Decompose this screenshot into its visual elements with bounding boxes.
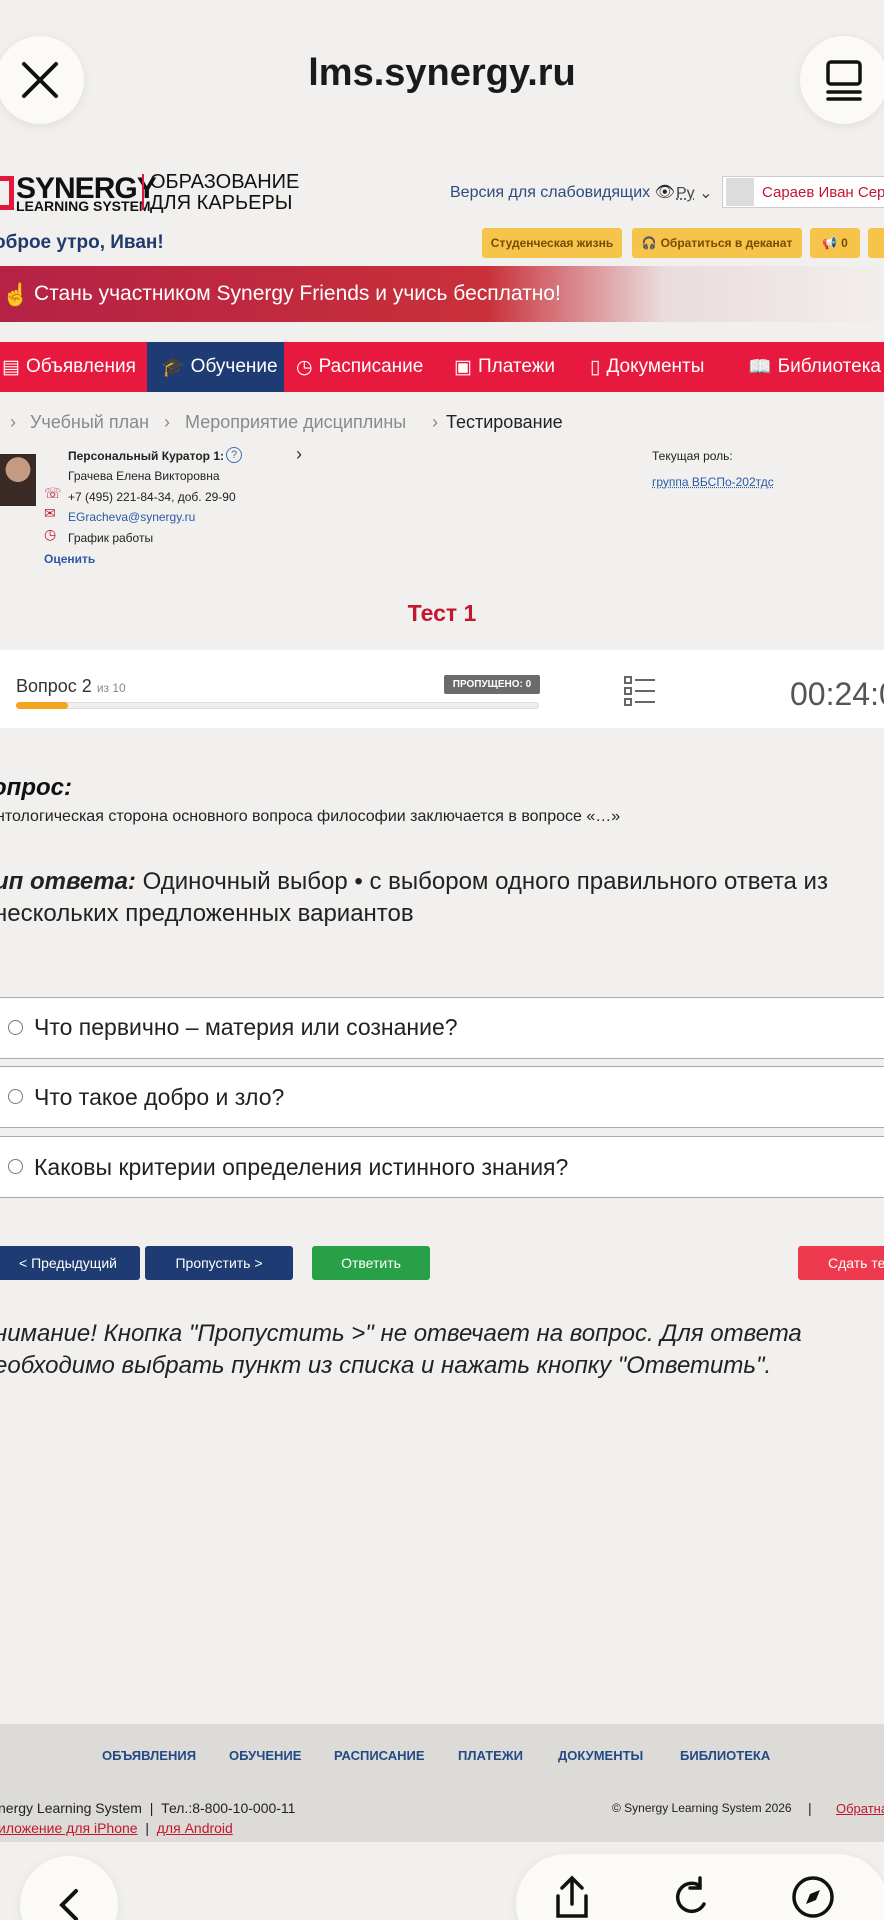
- app-iphone-link[interactable]: иложение для iPhone: [0, 1820, 138, 1836]
- reload-icon[interactable]: [670, 1874, 714, 1920]
- nav-item-library[interactable]: 📖 Библиотека: [748, 342, 884, 392]
- breadcrumb-study-plan[interactable]: Учебный план: [30, 412, 149, 433]
- answer-button[interactable]: Ответить: [312, 1246, 430, 1280]
- answer-type-label: ип ответа:: [0, 868, 136, 895]
- curator-name: Грачева Елена Викторовна: [68, 469, 220, 483]
- answer-option-text[interactable]: Каковы критерии определения истинного зн…: [34, 1154, 568, 1181]
- greeting: оброе утро, Иван!: [0, 232, 164, 254]
- footer-link-library[interactable]: БИБЛИОТЕКА: [680, 1748, 770, 1763]
- previous-button[interactable]: < Предыдущий: [0, 1246, 140, 1280]
- phone-icon: ☏: [44, 485, 62, 502]
- eye-icon: 👁: [655, 184, 675, 201]
- question-text: нтологическая сторона основного вопроса …: [0, 808, 620, 826]
- share-icon[interactable]: [552, 1874, 592, 1920]
- student-life-button[interactable]: Студенческая жизнь: [482, 228, 622, 258]
- curator-email[interactable]: EGracheva@synergy.ru: [68, 510, 195, 524]
- footer-link-payments[interactable]: ПЛАТЕЖИ: [458, 1748, 523, 1763]
- warning-text: нимание! Кнопка "Пропустить >" не отвеча…: [0, 1318, 874, 1382]
- tabs-menu-button[interactable]: [800, 36, 884, 124]
- quiz-title: Тест 1: [0, 600, 884, 627]
- extra-header-button[interactable]: [868, 228, 884, 258]
- footer-link-announcements[interactable]: ОБЪЯВЛЕНИЯ: [102, 1748, 196, 1763]
- footer-contacts: nergy Learning System | Тел.:8-800-10-00…: [0, 1800, 295, 1816]
- current-role-value[interactable]: группа ВБСПо-202тдс: [652, 475, 774, 489]
- language-select[interactable]: Ру ⌄: [676, 183, 713, 203]
- breadcrumb-current: Тестирование: [446, 412, 563, 433]
- footer-separator: |: [808, 1800, 812, 1816]
- answer-radio[interactable]: [8, 1159, 23, 1174]
- breadcrumb-separator: ›: [164, 412, 170, 433]
- document-icon: ▯: [590, 356, 600, 379]
- footer-link-learning[interactable]: ОБУЧЕНИЕ: [229, 1748, 301, 1763]
- nav-item-documents[interactable]: ▯ Документы: [590, 342, 730, 392]
- clock-icon: ◷: [44, 526, 56, 543]
- notifications-button[interactable]: 📢 0: [810, 228, 860, 258]
- curator-title: Персональный Куратор 1:: [68, 449, 224, 463]
- promo-banner-text: Стань участником Synergy Friends и учись…: [34, 282, 561, 306]
- mail-icon: ✉: [44, 505, 56, 522]
- nav-item-announcements[interactable]: ▤ Объявления: [0, 342, 146, 392]
- app-android-link[interactable]: для Android: [157, 1820, 233, 1836]
- answer-option-text[interactable]: Что такое добро и зло?: [34, 1084, 284, 1111]
- breadcrumb-separator: ›: [10, 412, 16, 433]
- hand-pointer-icon: ☝: [2, 282, 29, 308]
- footer-link-schedule[interactable]: РАСПИСАНИЕ: [334, 1748, 425, 1763]
- headset-icon: 🎧: [642, 236, 657, 250]
- progress-panel: [0, 650, 884, 728]
- logo-subtext: LEARNING SYSTEM: [16, 198, 151, 214]
- megaphone-icon: 📢: [822, 236, 837, 250]
- logo-mark: [0, 176, 14, 210]
- question-counter: Вопрос 2 из 10: [16, 676, 126, 697]
- book-icon: 📖: [748, 355, 772, 379]
- footer-copyright: © Synergy Learning System 2026: [612, 1801, 792, 1815]
- logo-tagline: ОБРАЗОВАНИЕ ДЛЯ КАРЬЕРЫ: [150, 172, 299, 214]
- low-vision-link[interactable]: Версия для слабовидящих 👁: [450, 182, 675, 202]
- contact-deanery-button[interactable]: 🎧 Обратиться в деканат: [632, 228, 802, 258]
- curator-photo: [0, 454, 36, 506]
- answer-radio[interactable]: [8, 1089, 23, 1104]
- breadcrumb-discipline-event[interactable]: Мероприятие дисциплины: [185, 412, 406, 433]
- graduation-cap-icon: 🎓: [161, 355, 185, 379]
- curator-schedule[interactable]: График работы: [68, 531, 153, 545]
- footer-link-documents[interactable]: ДОКУМЕНТЫ: [558, 1748, 643, 1763]
- compass-icon[interactable]: [790, 1874, 836, 1920]
- answer-type: ип ответа: Одиночный выбор • с выбором о…: [0, 866, 874, 930]
- logo-divider: [142, 174, 144, 210]
- avatar: [726, 178, 754, 206]
- nav-item-payments[interactable]: ▣ Платежи: [454, 342, 574, 392]
- user-name[interactable]: Сараев Иван Серге: [762, 184, 884, 201]
- footer-apps: иложение для iPhone | для Android: [0, 1820, 233, 1836]
- nav-item-schedule[interactable]: ◷ Расписание: [296, 342, 436, 392]
- question-heading: опрос:: [0, 774, 72, 802]
- list-icon: ▤: [2, 356, 20, 379]
- curator-phone: +7 (495) 221-84-34, доб. 29-90: [68, 490, 236, 504]
- tabs-icon: [824, 58, 864, 102]
- chevron-down-icon: ⌄: [699, 185, 712, 202]
- chevron-right-icon[interactable]: ›: [296, 444, 302, 465]
- answer-option-text[interactable]: Что первично – материя или сознание?: [34, 1014, 458, 1041]
- progress-bar-fill: [16, 702, 68, 709]
- feedback-link[interactable]: Обратна: [836, 1801, 884, 1816]
- answer-radio[interactable]: [8, 1020, 23, 1035]
- payment-icon: ▣: [454, 356, 472, 379]
- back-arrow-icon: [54, 1885, 84, 1920]
- question-list-icon[interactable]: [624, 676, 656, 711]
- address-bar-url[interactable]: lms.synergy.ru: [0, 52, 884, 95]
- current-role-label: Текущая роль:: [652, 449, 733, 463]
- rate-curator-link[interactable]: Оценить: [44, 552, 95, 566]
- submit-test-button[interactable]: Сдать тес: [798, 1246, 884, 1280]
- help-icon[interactable]: ?: [226, 447, 242, 463]
- breadcrumb-separator: ›: [432, 412, 438, 433]
- skipped-badge: ПРОПУЩЕНО: 0: [444, 675, 540, 694]
- clock-icon: ◷: [296, 356, 313, 379]
- nav-item-learning[interactable]: 🎓 Обучение: [147, 342, 284, 392]
- skip-button[interactable]: Пропустить >: [145, 1246, 293, 1280]
- timer: 00:24:0: [790, 676, 884, 713]
- progress-bar: [16, 702, 539, 709]
